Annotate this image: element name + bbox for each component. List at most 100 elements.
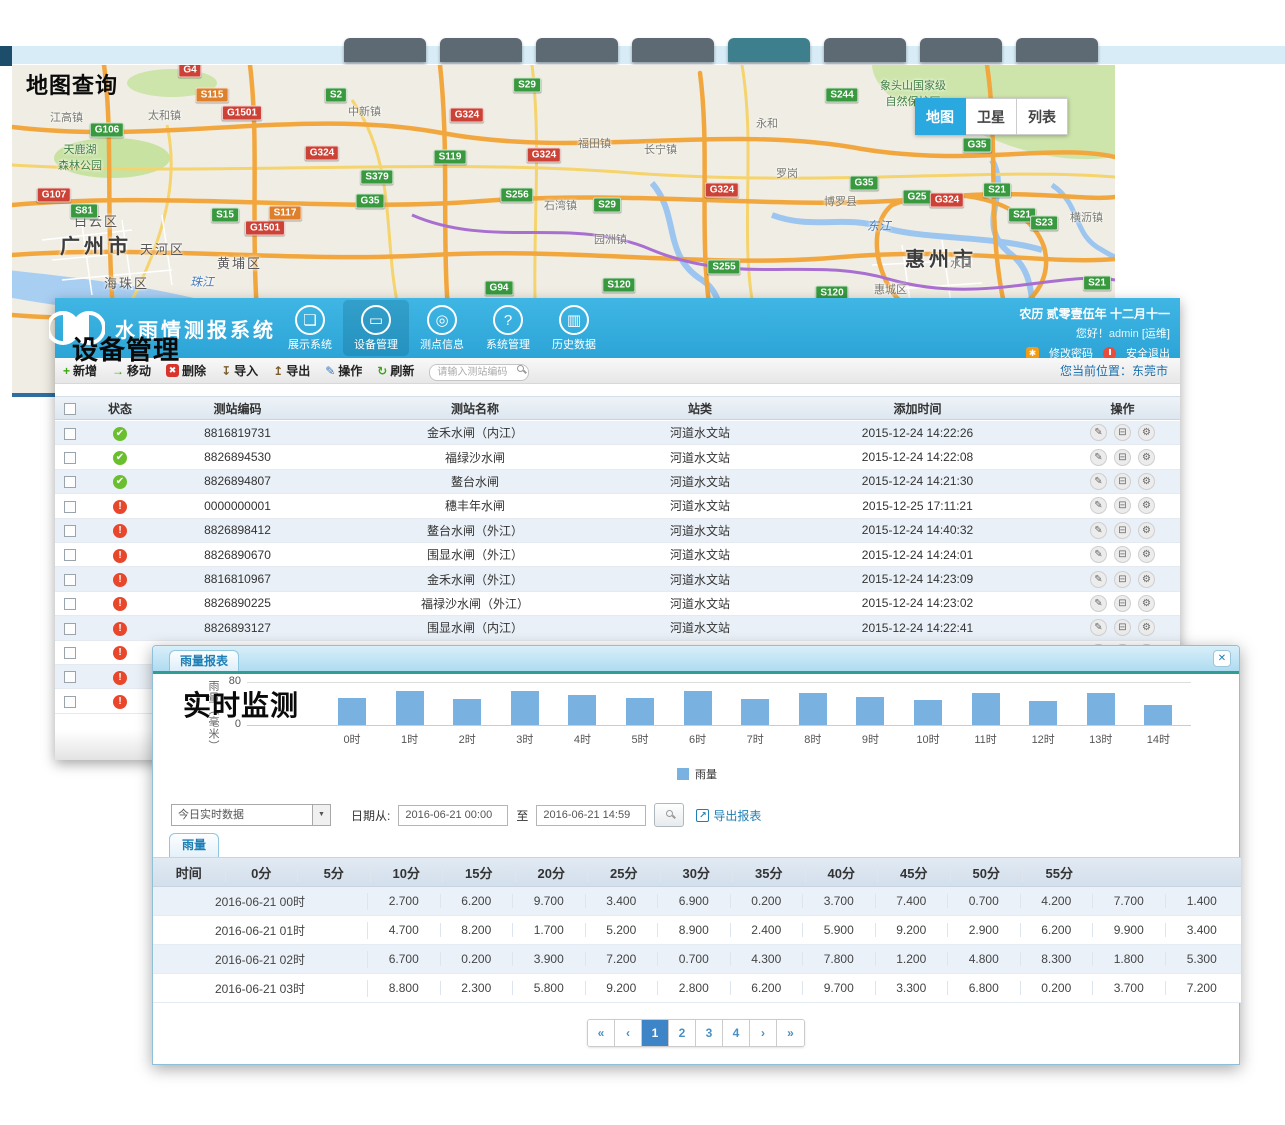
row-checkbox[interactable] xyxy=(64,452,76,464)
gear-icon[interactable]: ⚙ xyxy=(1138,497,1155,514)
edit-icon[interactable]: ✎ xyxy=(1090,497,1107,514)
rain-value: 6.900 xyxy=(658,894,731,908)
pagination-group: «‹1234›» xyxy=(587,1019,805,1047)
top-tab[interactable] xyxy=(920,38,1002,62)
gear-icon[interactable]: ⚙ xyxy=(1138,449,1155,466)
gear-icon[interactable]: ⚙ xyxy=(1138,473,1155,490)
search-button[interactable] xyxy=(654,803,684,827)
page-button[interactable]: » xyxy=(777,1020,804,1046)
toolbar-button[interactable]: ↥ 导出 xyxy=(273,362,310,379)
row-checkbox[interactable] xyxy=(64,476,76,488)
rain-value: 6.200 xyxy=(441,894,514,908)
top-tab[interactable] xyxy=(728,38,810,62)
page-button[interactable]: 2 xyxy=(669,1020,696,1046)
map-type-button[interactable]: 卫星 xyxy=(966,98,1017,135)
status-icon: ! xyxy=(113,671,127,685)
rain-bar xyxy=(338,698,366,725)
nav-item[interactable]: ▥ 历史数据 xyxy=(541,300,607,356)
station-type: 河道水文站 xyxy=(630,497,770,514)
row-checkbox[interactable] xyxy=(64,501,76,513)
nav-item[interactable]: ❏ 展示系统 xyxy=(277,300,343,356)
rain-value: 9.700 xyxy=(803,981,876,995)
top-tab[interactable] xyxy=(536,38,618,62)
edit-icon[interactable]: ✎ xyxy=(1090,546,1107,563)
nav-item[interactable]: ◎ 测点信息 xyxy=(409,300,475,356)
rain-time: 2016-06-21 00时 xyxy=(153,893,368,910)
gear-icon[interactable]: ⚙ xyxy=(1138,619,1155,636)
date-from-input[interactable] xyxy=(398,805,508,826)
tab-rain[interactable]: 雨量 xyxy=(169,833,219,857)
rain-value: 1.700 xyxy=(513,923,586,937)
nav-item[interactable]: ? 系统管理 xyxy=(475,300,541,356)
top-tab[interactable] xyxy=(440,38,522,62)
table-row: ! 8826893127 围显水闸（内江） 河道水文站 2015-12-24 1… xyxy=(55,616,1180,640)
toolbar-button[interactable]: ↻ 刷新 xyxy=(377,362,414,379)
map-place-label: 天河区 xyxy=(140,239,185,258)
gear-icon[interactable]: ⚙ xyxy=(1138,571,1155,588)
select-all-checkbox[interactable] xyxy=(64,403,76,415)
edit-icon[interactable]: ✎ xyxy=(1090,595,1107,612)
trash-icon[interactable]: ⊟ xyxy=(1114,473,1131,490)
chevron-down-icon[interactable]: ▼ xyxy=(312,805,330,825)
map-place-label: 太和镇 xyxy=(148,107,181,123)
trash-icon[interactable]: ⊟ xyxy=(1114,571,1131,588)
date-to-input[interactable] xyxy=(536,805,646,826)
row-checkbox[interactable] xyxy=(64,623,76,635)
edit-icon[interactable]: ✎ xyxy=(1090,522,1107,539)
trash-icon[interactable]: ⊟ xyxy=(1114,424,1131,441)
toolbar-button[interactable]: ✎ 操作 xyxy=(325,362,362,379)
x-tick-label: 0时 xyxy=(332,731,372,747)
trash-icon[interactable]: ⊟ xyxy=(1114,619,1131,636)
greeting-prefix: 您好！ xyxy=(1076,328,1109,340)
row-checkbox[interactable] xyxy=(64,696,76,708)
row-checkbox[interactable] xyxy=(64,428,76,440)
edit-icon[interactable]: ✎ xyxy=(1090,449,1107,466)
page-button[interactable]: 1 xyxy=(642,1020,669,1046)
added-time: 2015-12-24 14:23:09 xyxy=(770,572,1065,586)
map-type-button[interactable]: 列表 xyxy=(1017,98,1068,135)
row-checkbox[interactable] xyxy=(64,598,76,610)
trash-icon[interactable]: ⊟ xyxy=(1114,522,1131,539)
nav-item[interactable]: ▭ 设备管理 xyxy=(343,300,409,356)
trash-icon[interactable]: ⊟ xyxy=(1114,497,1131,514)
edit-icon[interactable]: ✎ xyxy=(1090,424,1107,441)
row-checkbox[interactable] xyxy=(64,549,76,561)
trash-icon[interactable]: ⊟ xyxy=(1114,546,1131,563)
page-button[interactable]: ‹ xyxy=(615,1020,642,1046)
toolbar-button[interactable]: ↧ 导入 xyxy=(221,362,258,379)
edit-icon[interactable]: ✎ xyxy=(1090,619,1107,636)
page-button[interactable]: « xyxy=(588,1020,615,1046)
top-tab[interactable] xyxy=(1016,38,1098,62)
trash-icon[interactable]: ⊟ xyxy=(1114,449,1131,466)
export-report-link[interactable]: ↗ 导出报表 xyxy=(696,807,761,824)
trash-icon[interactable]: ⊟ xyxy=(1114,595,1131,612)
rain-value: 7.400 xyxy=(876,894,949,908)
top-tab[interactable] xyxy=(344,38,426,62)
row-checkbox[interactable] xyxy=(64,647,76,659)
row-checkbox[interactable] xyxy=(64,574,76,586)
row-checkbox[interactable] xyxy=(64,671,76,683)
gear-icon[interactable]: ⚙ xyxy=(1138,546,1155,563)
main-nav: ❏ 展示系统 ▭ 设备管理 ◎ 测点信息 ? xyxy=(277,300,607,356)
rain-value: 6.200 xyxy=(731,981,804,995)
gear-icon[interactable]: ⚙ xyxy=(1138,595,1155,612)
close-icon[interactable]: ✕ xyxy=(1213,650,1231,667)
page-button[interactable]: 3 xyxy=(696,1020,723,1046)
row-checkbox[interactable] xyxy=(64,525,76,537)
station-search-input[interactable] xyxy=(429,364,529,381)
gear-icon[interactable]: ⚙ xyxy=(1138,424,1155,441)
edit-icon[interactable]: ✎ xyxy=(1090,473,1107,490)
map-type-button[interactable]: 地图 xyxy=(915,98,966,135)
edit-icon[interactable]: ✎ xyxy=(1090,571,1107,588)
tab-rain-report[interactable]: 雨量报表 xyxy=(169,650,239,671)
rain-value: 3.400 xyxy=(586,894,659,908)
page-button[interactable]: 4 xyxy=(723,1020,750,1046)
top-tab[interactable] xyxy=(824,38,906,62)
station-name: 鳌台水闸（外江） xyxy=(320,522,630,539)
gear-icon[interactable]: ⚙ xyxy=(1138,522,1155,539)
export-report-label: 导出报表 xyxy=(713,807,761,824)
data-range-select[interactable]: 今日实时数据 ▼ xyxy=(171,804,331,826)
top-tab[interactable] xyxy=(632,38,714,62)
external-link-icon: ↗ xyxy=(696,809,709,822)
page-button[interactable]: › xyxy=(750,1020,777,1046)
